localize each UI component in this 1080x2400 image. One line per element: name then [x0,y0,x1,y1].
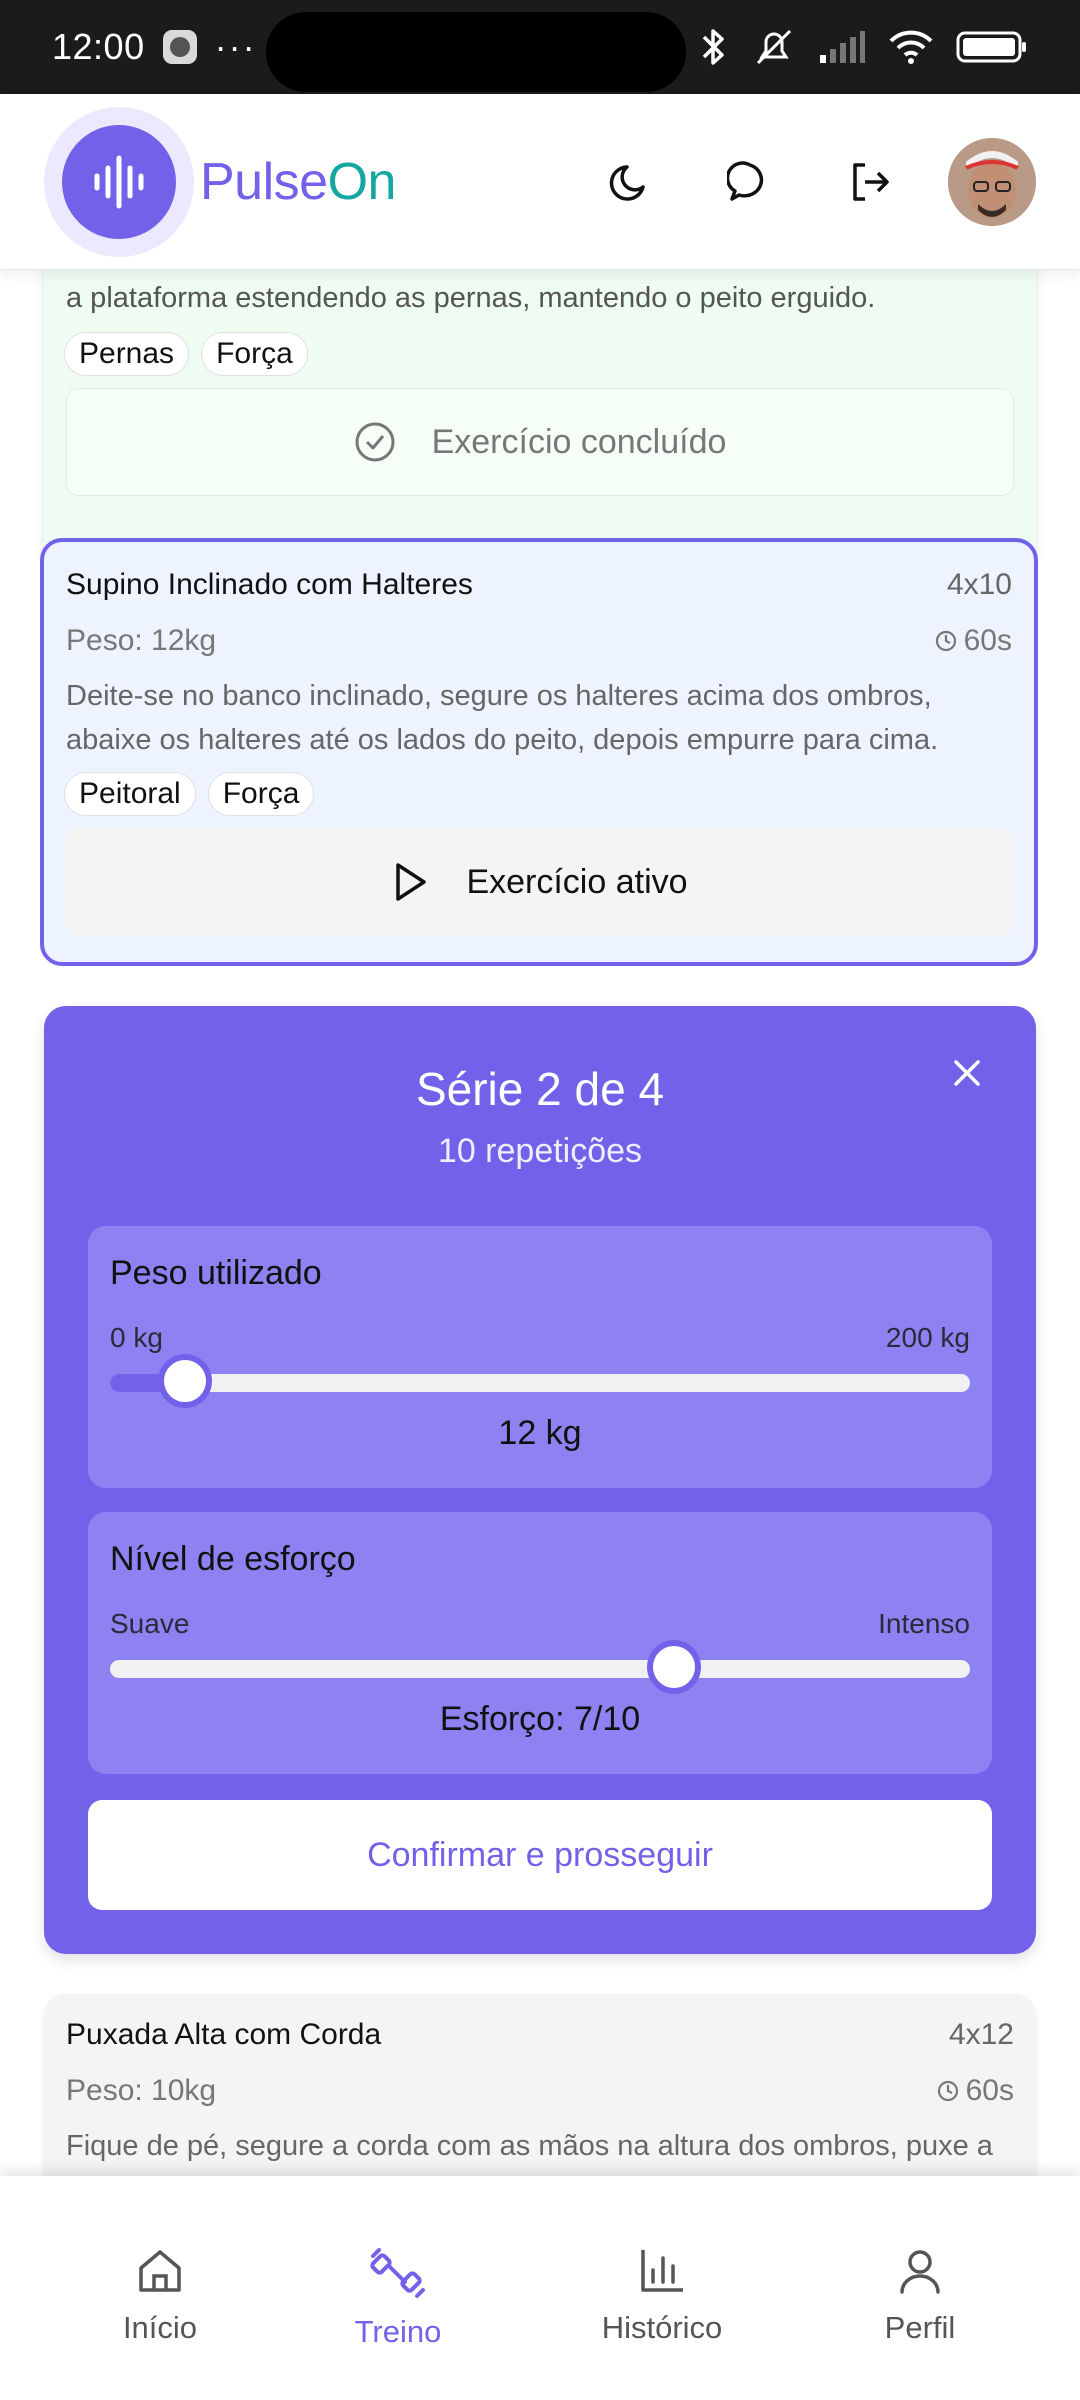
series-panel: Série 2 de 4 10 repetições Peso utilizad… [44,1006,1036,1954]
wifi-icon [889,30,933,64]
status-label: Exercício concluído [431,422,727,461]
dumbbell-icon [370,2248,425,2298]
home-icon [139,2250,181,2292]
clock-icon [935,630,956,652]
exercise-description: a plataforma estendendo as pernas, mante… [66,282,876,314]
close-button[interactable] [942,1048,992,1098]
signal-icon [820,31,865,63]
weight-value: 12 kg [498,1414,582,1452]
user-icon [900,2250,940,2294]
exercise-weight: Peso: 10kg [66,2074,217,2107]
exercise-rest-time: 60s [936,2074,1014,2108]
nav-item-historico[interactable]: Histórico [562,2244,762,2346]
effort-slider-thumb[interactable] [647,1640,702,1694]
camera-notch [266,12,686,92]
nav-label: Perfil [884,2310,956,2345]
effort-title: Nível de esforço [110,1540,356,1578]
weight-card: Peso utilizado 0 kg 200 kg 12 kg [88,1226,992,1488]
weight-max-label: 200 kg [885,1322,970,1353]
effort-card: Nível de esforço Suave Intenso Esforço: … [88,1512,992,1774]
completed-exercise-card: a plataforma estendendo as pernas, mante… [44,270,1036,568]
next-exercise-card[interactable]: Puxada Alta com Corda 4x12 Peso: 10kg 60… [44,1994,1036,2176]
exercise-title: Supino Inclinado com Halteres [66,568,473,601]
logout-button[interactable] [830,142,910,222]
status-label: Exercício ativo [466,862,688,901]
exercise-active-status[interactable]: Exercício ativo [66,828,1012,936]
battery-icon [956,31,1026,63]
exercise-tags: Pernas Força [64,332,308,376]
nav-label: Histórico [601,2310,723,2345]
app-logo[interactable] [44,106,194,257]
check-circle-icon [355,422,395,462]
effort-slider[interactable] [110,1640,970,1694]
nav-label: Treino [354,2314,442,2349]
nav-item-inicio[interactable]: Início [60,2244,260,2346]
weight-slider-thumb[interactable] [158,1354,213,1408]
clock-icon [937,2080,958,2102]
moon-icon [609,164,645,201]
close-icon [954,1060,980,1086]
silent-mode-icon [756,29,792,65]
chart-icon [641,2250,683,2292]
workout-content[interactable]: a plataforma estendendo as pernas, mante… [0,270,1080,2176]
status-bar: 12:00 ··· [0,0,1080,94]
nav-item-treino[interactable]: Treino [298,2244,498,2350]
effort-max-label: Intenso [878,1608,970,1639]
series-reps: 10 repetições [437,1132,643,1170]
weight-min-label: 0 kg [110,1322,163,1353]
exercise-description: Fique de pé, segure a corda com as mãos … [66,2130,993,2162]
exercise-weight: Peso: 12kg [66,624,217,657]
series-title: Série 2 de 4 [415,1063,665,1115]
exercise-sets: 4x12 [948,2018,1014,2051]
nav-label: Início [122,2310,198,2345]
effort-slider-fill [110,1660,674,1678]
exercise-description: Deite-se no banco inclinado, segure os h… [66,680,939,756]
user-avatar[interactable] [948,137,1036,226]
weight-slider[interactable] [110,1354,970,1408]
nav-item-perfil[interactable]: Perfil [820,2244,1020,2346]
chat-bubble-icon [727,160,764,201]
exercise-completed-status: Exercício concluído [66,388,1014,496]
effort-value: Esforço: 7/10 [439,1700,641,1738]
app-header: PulseOn [0,94,1080,270]
exercise-sets: 4x10 [946,568,1012,601]
weight-title: Peso utilizado [110,1254,322,1292]
exercise-rest-time: 60s [934,624,1012,658]
play-icon [396,863,427,901]
bluetooth-icon [702,29,724,65]
status-time: 12:00 [52,26,145,67]
tag: Força [207,772,315,816]
effort-min-label: Suave [110,1608,190,1639]
logout-icon [853,162,889,201]
exercise-title: Puxada Alta com Corda [66,2018,382,2051]
tag: Peitoral [64,772,196,816]
bottom-navigation: Início Treino Histórico Perfil [0,2176,1080,2400]
pulse-logo-icon [94,155,144,208]
avatar-image [948,137,1036,226]
confirm-button[interactable]: Confirmar e prosseguir [88,1800,992,1910]
exercise-tags: Peitoral Força [64,772,315,816]
more-notifications-icon: ··· [214,26,257,67]
chat-button[interactable] [710,142,790,222]
tag: Pernas [64,332,190,376]
theme-toggle-button[interactable] [590,142,670,222]
brand-name: PulseOn [200,152,396,211]
tag: Força [201,332,308,376]
active-exercise-card[interactable]: Supino Inclinado com Halteres 4x10 Peso:… [40,538,1038,966]
app-notification-icon [162,30,197,64]
